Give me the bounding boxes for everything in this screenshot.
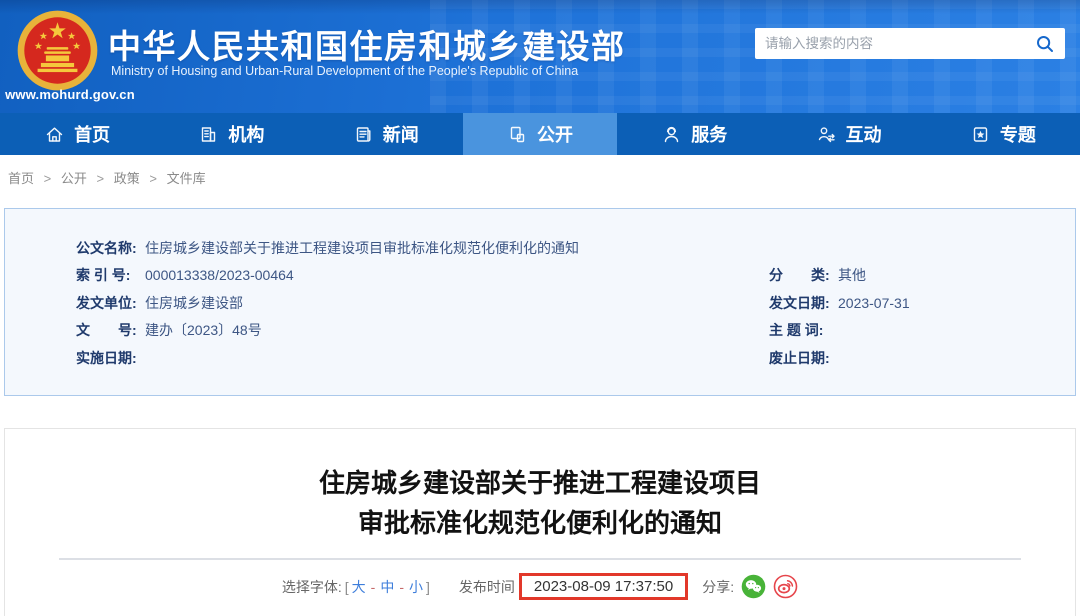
search-icon[interactable] bbox=[1035, 34, 1055, 54]
breadcrumb-policy[interactable]: 政策 bbox=[114, 171, 140, 186]
service-icon bbox=[661, 124, 682, 145]
bracket-close: ] bbox=[426, 578, 430, 595]
main-nav: 首页 机构 新闻 公开 服务 互动 专题 bbox=[0, 113, 1080, 155]
nav-item-organization[interactable]: 机构 bbox=[154, 113, 308, 155]
nav-item-label: 专题 bbox=[999, 125, 1036, 145]
search-box bbox=[755, 28, 1065, 59]
font-size-medium-button[interactable]: 中 bbox=[380, 577, 394, 597]
breadcrumb-file-library[interactable]: 文件库 bbox=[167, 171, 206, 186]
publish-time-label: 发布时间 bbox=[458, 578, 515, 595]
site-header: www.mohurd.gov.cn 中华人民共和国住房和城乡建设部 Minist… bbox=[0, 0, 1080, 113]
national-emblem-icon bbox=[16, 9, 99, 92]
breadcrumb-separator: > bbox=[149, 171, 157, 186]
article-title-line2: 审批标准化规范化便利化的通知 bbox=[357, 508, 722, 538]
doc-no-label: 文 号: bbox=[76, 322, 137, 339]
title-divider bbox=[59, 558, 1021, 560]
doc-name-value: 住房城乡建设部关于推进工程建设项目审批标准化规范化便利化的通知 bbox=[145, 239, 579, 256]
interaction-icon bbox=[816, 124, 837, 145]
site-url: www.mohurd.gov.cn bbox=[5, 87, 135, 102]
meta-row-doc-name: 公文名称: 住房城乡建设部关于推进工程建设项目审批标准化规范化便利化的通知 bbox=[76, 234, 1075, 262]
doc-no-value: 建办〔2023〕48号 bbox=[145, 322, 262, 339]
share-weibo-icon[interactable] bbox=[773, 574, 798, 599]
publish-time-value: 2023-08-09 17:37:50 bbox=[518, 573, 689, 600]
issuing-unit-value: 住房城乡建设部 bbox=[145, 294, 243, 311]
nav-item-disclosure[interactable]: 公开 bbox=[462, 113, 618, 155]
nav-item-home[interactable]: 首页 bbox=[0, 113, 154, 155]
category-value: 其他 bbox=[838, 267, 866, 284]
meta-row: 发文单位: 住房城乡建设部 发文日期: 2023-07-31 bbox=[76, 289, 1075, 317]
nav-item-label: 公开 bbox=[536, 125, 573, 145]
share-wechat-icon[interactable] bbox=[741, 574, 766, 599]
issuing-unit-label: 发文单位: bbox=[76, 294, 137, 311]
site-title-en: Ministry of Housing and Urban-Rural Deve… bbox=[111, 64, 579, 78]
font-size-separator: - bbox=[399, 578, 405, 595]
share-label: 分享: bbox=[702, 578, 735, 595]
impl-date-label: 实施日期: bbox=[76, 349, 137, 366]
site-title-cn: 中华人民共和国住房和城乡建设部 bbox=[108, 28, 626, 65]
nav-item-service[interactable]: 服务 bbox=[617, 113, 771, 155]
repeal-date-label: 废止日期: bbox=[769, 349, 830, 366]
organization-icon bbox=[198, 124, 219, 145]
nav-item-label: 首页 bbox=[74, 125, 111, 145]
article-meta-row: 选择字体: [ 大 - 中 - 小 ] 发布时间 2023-08-09 17:3… bbox=[5, 573, 1075, 600]
article-title: 住房城乡建设部关于推进工程建设项目 审批标准化规范化便利化的通知 bbox=[5, 463, 1075, 543]
home-icon bbox=[44, 124, 65, 145]
header-shade bbox=[0, 0, 1080, 14]
index-no-value: 000013338/2023-00464 bbox=[145, 267, 294, 284]
disclosure-icon bbox=[507, 124, 528, 145]
subject-words-label: 主 题 词: bbox=[769, 322, 824, 339]
nav-item-label: 新闻 bbox=[382, 125, 419, 145]
topics-icon bbox=[970, 124, 991, 145]
article-panel: 住房城乡建设部关于推进工程建设项目 审批标准化规范化便利化的通知 选择字体: [… bbox=[4, 428, 1076, 616]
breadcrumb-separator: > bbox=[43, 171, 52, 186]
issue-date-label: 发文日期: bbox=[769, 294, 830, 311]
bracket-open: [ bbox=[344, 578, 349, 595]
breadcrumb-home[interactable]: 首页 bbox=[8, 171, 34, 186]
nav-item-news[interactable]: 新闻 bbox=[309, 113, 463, 155]
doc-name-label: 公文名称: bbox=[76, 239, 137, 256]
issue-date-value: 2023-07-31 bbox=[838, 294, 910, 311]
font-size-small-button[interactable]: 小 bbox=[409, 577, 423, 597]
breadcrumb-separator: > bbox=[96, 171, 105, 186]
category-label: 分 类: bbox=[769, 267, 830, 284]
nav-item-label: 机构 bbox=[228, 125, 265, 145]
breadcrumb-disclosure[interactable]: 公开 bbox=[61, 171, 87, 186]
news-icon bbox=[353, 124, 374, 145]
font-select-label: 选择字体: bbox=[281, 578, 342, 595]
meta-row: 实施日期: 废止日期: bbox=[76, 344, 1075, 372]
mohurd-page: www.mohurd.gov.cn 中华人民共和国住房和城乡建设部 Minist… bbox=[0, 0, 1080, 616]
nav-item-topics[interactable]: 专题 bbox=[926, 113, 1080, 155]
font-size-large-button[interactable]: 大 bbox=[352, 577, 366, 597]
article-title-line1: 住房城乡建设部关于推进工程建设项目 bbox=[318, 468, 761, 498]
meta-row: 文 号: 建办〔2023〕48号 主 题 词: bbox=[76, 317, 1075, 345]
breadcrumb: 首页 > 公开 > 政策 > 文件库 bbox=[8, 168, 206, 187]
nav-item-interaction[interactable]: 互动 bbox=[771, 113, 925, 155]
doc-meta-panel: 公文名称: 住房城乡建设部关于推进工程建设项目审批标准化规范化便利化的通知 索 … bbox=[4, 208, 1076, 396]
meta-row: 索 引 号: 000013338/2023-00464 分 类: 其他 bbox=[76, 262, 1075, 290]
font-size-selector: 选择字体: [ 大 - 中 - 小 ] bbox=[282, 577, 433, 597]
nav-item-label: 服务 bbox=[691, 125, 728, 145]
font-size-separator: - bbox=[370, 578, 376, 595]
search-input[interactable] bbox=[765, 36, 1035, 51]
nav-item-label: 互动 bbox=[845, 125, 882, 145]
index-no-label: 索 引 号: bbox=[76, 267, 131, 284]
